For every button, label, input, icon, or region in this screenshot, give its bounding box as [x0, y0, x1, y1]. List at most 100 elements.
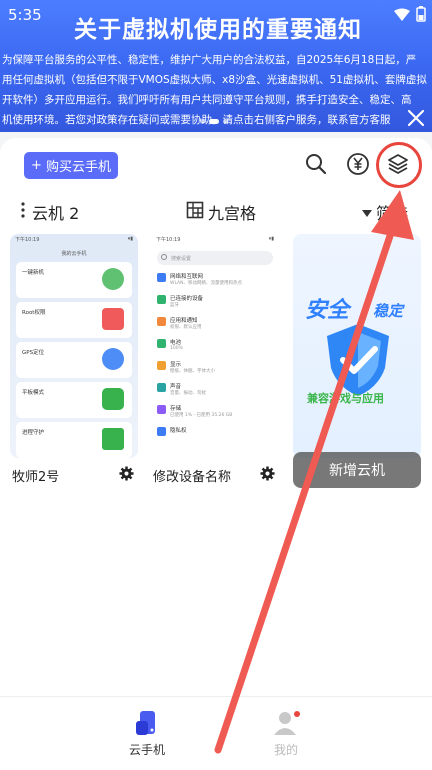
pager-dot-active	[209, 119, 219, 124]
banner-pager	[200, 119, 228, 124]
bottom-nav: 云手机 我的	[0, 696, 432, 770]
settings-icon	[157, 273, 166, 282]
mini-settings-label: 隐私权	[170, 428, 187, 434]
mini-settings-label: 应用和通知	[170, 318, 198, 324]
settings-icon	[157, 339, 166, 348]
device-card[interactable]: 下午10:19 ▾▮ 搜索设置 网络和互联网 WLAN、移动网络、流量使用和热点 已连…	[151, 234, 279, 492]
mini-settings-text: 显示 壁纸、休眠、字体大小	[170, 360, 215, 374]
device-screen-preview[interactable]: 下午10:19 ▾▮ 我的云手机 一键新机 Root权限 GPS定位 平板模式 进…	[10, 234, 138, 458]
nav-label: 云手机	[128, 743, 165, 757]
grid-view-toggle[interactable]: 九宫格	[186, 200, 256, 224]
banner-title: 关于虚拟机使用的重要通知	[74, 17, 362, 43]
cloud-count-selector[interactable]: 云机 2	[20, 200, 79, 224]
mini-status-time: 下午10:19	[156, 237, 181, 243]
settings-icon	[157, 405, 166, 414]
mini-settings-item: 显示 壁纸、休眠、字体大小	[151, 357, 279, 379]
status-time: 5:35	[8, 6, 42, 24]
notification-dot	[294, 711, 300, 717]
cloud-count-label: 云机 2	[32, 204, 80, 223]
mini-settings-item: 已连接的设备 蓝牙	[151, 291, 279, 313]
close-icon[interactable]	[406, 108, 426, 128]
mini-settings-item: 存储 已使用 1% - 已使用 35.26 GB	[151, 401, 279, 423]
search-icon[interactable]	[304, 152, 328, 176]
banner-text: 为保障平台服务的公平性、稳定性，维护广大用户的合法权益，自2025年6月18日起…	[2, 54, 427, 126]
layers-icon[interactable]	[386, 152, 410, 176]
device-name: 牧师2号	[12, 469, 60, 485]
mini-settings-label: 电池	[170, 340, 182, 346]
promo-card[interactable]: 安全 稳定 兼容游戏与应用 新增云机	[293, 234, 421, 492]
gear-icon[interactable]	[119, 465, 134, 485]
mini-settings-item: 声音 音量、振动、勿扰	[151, 379, 279, 401]
promo-image: 安全 稳定 兼容游戏与应用	[293, 234, 421, 458]
mini-search-icon	[161, 254, 167, 260]
mini-settings-item: 隐私权	[151, 423, 279, 445]
buy-cloud-phone-label: 购买云手机	[45, 160, 111, 175]
mini-settings-sub: 蓝牙	[170, 303, 179, 308]
battery-icon	[416, 6, 426, 26]
mini-settings-sub: 壁纸、休眠、字体大小	[170, 369, 215, 374]
plus-icon: +	[31, 158, 42, 173]
mini-settings-label: 已连接的设备	[170, 296, 204, 302]
mini-settings-text: 声音 音量、振动、勿扰	[170, 382, 206, 396]
filter-button[interactable]: 筛选	[362, 200, 408, 224]
mini-feature-row: 平板模式	[16, 382, 132, 418]
filter-label: 筛选	[376, 204, 409, 223]
caret-down-icon	[362, 203, 372, 222]
mini-header: 我的云手机	[61, 251, 87, 257]
mini-settings-item: 应用和通知 权限、默认应用	[151, 313, 279, 335]
gear-icon[interactable]	[260, 465, 275, 485]
mini-settings-text: 应用和通知 权限、默认应用	[170, 316, 202, 330]
mini-feature-row: 一键新机	[16, 262, 132, 298]
mini-settings-sub: WLAN、移动网络、流量使用和热点	[170, 281, 243, 286]
device-name: 修改设备名称	[153, 469, 232, 485]
cloud-phone-panel: + 购买云手机 云机 2 九宫格 筛选 下午10:19 ▾▮ 我的云手机 一键新…	[0, 138, 432, 698]
mini-search-placeholder: 搜索设置	[171, 256, 192, 262]
settings-icon	[157, 361, 166, 370]
notice-banner[interactable]: 5:35 关于虚拟机使用的重要通知 为保障平台服务的公平性、稳定性，维护广大用户…	[0, 0, 432, 132]
device-card-footer: 修改设备名称	[151, 462, 279, 488]
wechat-icon	[102, 388, 124, 410]
settings-icon	[157, 317, 166, 326]
promo-subtitle: 兼容游戏与应用	[307, 392, 384, 405]
device-card[interactable]: 下午10:19 ▾▮ 我的云手机 一键新机 Root权限 GPS定位 平板模式 进…	[10, 234, 138, 492]
nav-item-me[interactable]: 我的	[256, 709, 316, 758]
device-screen-preview[interactable]: 下午10:19 ▾▮ 搜索设置 网络和互联网 WLAN、移动网络、流量使用和热点 已连…	[151, 234, 279, 458]
mini-feature-row: GPS定位	[16, 342, 132, 378]
mini-settings-sub: 音量、振动、勿扰	[170, 391, 206, 396]
mini-settings-list: 网络和互联网 WLAN、移动网络、流量使用和热点 已连接的设备 蓝牙 应用和通知 权限、默…	[151, 269, 279, 445]
mini-settings-label: 网络和互联网	[170, 274, 204, 280]
device-toolbar: 云机 2 九宫格 筛选	[0, 200, 432, 226]
mini-settings-text: 已连接的设备 蓝牙	[170, 294, 203, 308]
grid-view-label: 九宫格	[208, 204, 257, 223]
shield-icon	[102, 428, 124, 450]
mini-settings-label: 显示	[170, 362, 182, 368]
settings-icon	[157, 295, 166, 304]
mini-settings-search: 搜索设置	[157, 251, 273, 265]
buy-cloud-phone-button[interactable]: + 购买云手机	[24, 152, 118, 179]
cloud-phone-icon	[133, 709, 161, 737]
mini-status-time: 下午10:19	[15, 237, 40, 243]
mini-settings-item: 网络和互联网 WLAN、移动网络、流量使用和热点	[151, 269, 279, 291]
mini-status-bar: 下午10:19 ▾▮	[156, 236, 274, 243]
mini-settings-text: 电池 100%	[170, 338, 183, 351]
pager-dot	[200, 119, 205, 124]
mini-settings-item: 电池 100%	[151, 335, 279, 357]
mini-feature-row: Root权限	[16, 302, 132, 338]
settings-icon	[157, 383, 166, 392]
nav-item-cloud-phone[interactable]: 云手机	[117, 709, 177, 758]
status-icons	[394, 6, 426, 26]
mini-settings-text: 网络和互联网 WLAN、移动网络、流量使用和热点	[170, 272, 242, 286]
mini-settings-label: 存储	[170, 406, 182, 412]
mini-status-bar: 下午10:19 ▾▮	[15, 236, 133, 243]
add-cloud-phone-button[interactable]: 新增云机	[293, 452, 421, 488]
location-icon	[102, 348, 124, 370]
settings-icon	[157, 427, 166, 436]
mini-settings-text: 存储 已使用 1% - 已使用 35.26 GB	[170, 404, 232, 418]
promo-title-b: 稳定	[373, 302, 404, 320]
mini-settings-sub: 已使用 1% - 已使用 35.26 GB	[170, 413, 233, 418]
user-icon	[272, 709, 300, 737]
wifi-icon	[394, 7, 410, 26]
more-vertical-icon	[20, 201, 26, 223]
yen-icon[interactable]	[346, 152, 370, 176]
mini-settings-sub: 权限、默认应用	[170, 325, 202, 330]
